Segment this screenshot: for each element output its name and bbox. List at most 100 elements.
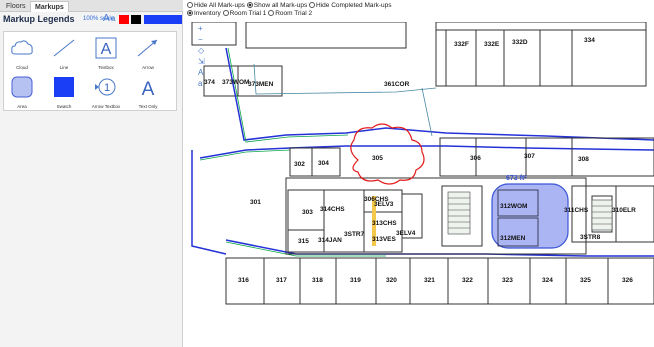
room-label: 3ELV3 (374, 201, 394, 208)
legend-title: Markup Legends (3, 14, 75, 24)
app-window: Floors Markups Markup Legends 100% scale… (0, 0, 654, 347)
tab-markups[interactable]: Markups (30, 1, 69, 12)
room-label: 324 (542, 277, 553, 284)
room-label: 312WOM (500, 203, 527, 210)
legend-header: Markup Legends 100% scale A a (3, 13, 182, 26)
text-large-icon[interactable]: A (198, 68, 212, 79)
palette-item-area[interactable]: Area (6, 73, 38, 109)
room-label: 301 (250, 199, 261, 206)
font-small-button[interactable]: a (111, 14, 115, 23)
room-label: 313VES (372, 236, 397, 243)
palette-label: Text Only (138, 104, 158, 109)
cloud-markup (350, 123, 425, 185)
layer-options: Inventory Room Trial 1 Room Trial 2 (187, 10, 312, 17)
textbox-icon: A (95, 37, 117, 59)
room-label: 304 (318, 160, 329, 167)
palette-item-textbox[interactable]: A Textbox (90, 34, 122, 70)
zoom-out-icon[interactable]: − (198, 35, 212, 46)
room-label: 321 (424, 277, 435, 284)
room-label: 3STR8 (580, 234, 601, 241)
area-measurement: 673 ft² (506, 175, 527, 182)
text-only-icon: A (142, 79, 155, 99)
zoom-toolbar: + − ◇ ⇲ A a (198, 24, 212, 90)
palette-item-arrow-textbox[interactable]: 1 Arrow Textbox (90, 73, 122, 109)
room-label: 313CHS (372, 220, 397, 227)
visibility-options: Hide All Mark-ups Show all Mark-ups Hide… (187, 2, 392, 9)
markup-options-bar: Hide All Mark-ups Show all Mark-ups Hide… (186, 0, 654, 22)
color-blue-swatch[interactable] (144, 15, 182, 24)
palette-label: Arrow Textbox (91, 104, 121, 109)
swatch-icon (54, 77, 74, 97)
room-label: 323 (502, 277, 513, 284)
palette-item-swatch[interactable]: Swatch (48, 73, 80, 109)
room-label: 314JAN (318, 237, 342, 244)
hide-completed-radio[interactable] (309, 2, 316, 8)
palette-label: Cloud (16, 65, 28, 70)
palette-label: Textbox (98, 65, 114, 70)
room-label: 308 (578, 156, 589, 163)
cloud-icon (11, 40, 33, 55)
panel-tabs: Floors Markups (0, 0, 183, 12)
room-label: 3ELV4 (396, 230, 416, 237)
tab-floors[interactable]: Floors (2, 1, 29, 12)
textbox-glyph: A (101, 41, 112, 58)
palette-label: Line (59, 65, 69, 70)
palette-item-cloud[interactable]: Cloud (6, 34, 38, 70)
arrow-icon (137, 39, 158, 57)
palette-label: Area (17, 104, 27, 109)
floorplan-canvas[interactable]: 673 ft² 332F 332E 332D 334 374 373WOM 37… (186, 0, 654, 347)
room-label: 332E (484, 41, 500, 48)
area-icon (11, 76, 33, 98)
show-all-radio[interactable] (246, 2, 253, 8)
room-label: 318 (312, 277, 323, 284)
zoom-in-icon[interactable]: + (198, 24, 212, 35)
room-label: 373WOM (222, 79, 249, 86)
text-small-icon[interactable]: a (198, 79, 212, 90)
room-label: 317 (276, 277, 287, 284)
trial2-radio[interactable] (268, 10, 275, 16)
trial2-label: Room Trial 2 (275, 10, 313, 17)
room-label: 316 (238, 277, 249, 284)
hide-completed-label: Hide Completed Mark-ups (316, 2, 392, 9)
room-label: 302 (294, 161, 305, 168)
palette-label: Arrow (142, 65, 154, 70)
room-label: 332D (512, 39, 528, 46)
room-label: 314CHS (320, 206, 345, 213)
room-label: 325 (580, 277, 591, 284)
pan-icon[interactable]: ◇ (198, 46, 212, 57)
hide-all-radio[interactable] (187, 2, 193, 8)
trial1-label: Room Trial 1 (229, 10, 267, 17)
room-label: 320 (386, 277, 397, 284)
room-label: 332F (454, 41, 469, 48)
inventory-radio[interactable] (187, 10, 193, 16)
room-label: 319 (350, 277, 361, 284)
trial1-radio[interactable] (222, 10, 229, 16)
text-only-glyph: A (142, 79, 155, 99)
left-panel: Floors Markups Markup Legends 100% scale… (0, 0, 183, 347)
palette-item-text-only[interactable]: A Text Only (132, 73, 164, 109)
room-label: 326 (622, 277, 633, 284)
color-red-swatch[interactable] (119, 15, 129, 24)
arrow-textbox-glyph: 1 (104, 82, 110, 94)
inventory-label: Inventory (194, 10, 221, 17)
room-label: 305 (372, 155, 383, 162)
palette-label: Swatch (56, 104, 72, 109)
color-black-swatch[interactable] (131, 15, 141, 24)
hide-all-label: Hide All Mark-ups (194, 2, 245, 9)
room-label: 310ELR (612, 207, 636, 214)
font-large-button[interactable]: A (103, 13, 110, 24)
room-label: 3STR7 (344, 231, 365, 238)
floorplan-viewer[interactable]: 673 ft² 332F 332E 332D 334 374 373WOM 37… (186, 0, 654, 347)
room-label: 373MEN (248, 81, 274, 88)
room-label: 303 (302, 209, 313, 216)
palette-item-arrow[interactable]: Arrow (132, 34, 164, 70)
line-icon (53, 39, 75, 57)
room-label: 361COR (384, 81, 410, 88)
room-label: 307 (524, 153, 535, 160)
fit-icon[interactable]: ⇲ (198, 57, 212, 68)
palette-item-line[interactable]: Line (48, 34, 80, 70)
room-label: 334 (584, 37, 595, 44)
show-all-label: Show all Mark-ups (253, 2, 308, 9)
room-label: 315 (298, 238, 309, 245)
room-label: 312MEN (500, 235, 526, 242)
